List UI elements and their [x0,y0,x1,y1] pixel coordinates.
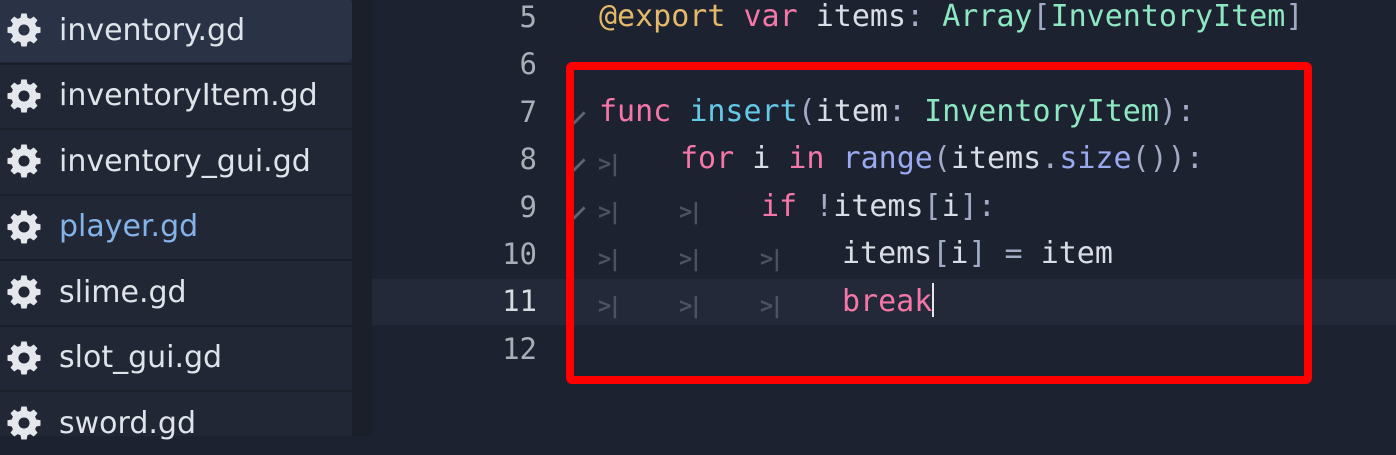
file-item[interactable]: slime.gd [0,260,352,324]
file-name: inventoryItem.gd [59,78,318,113]
file-item[interactable]: inventoryItem.gd [0,64,352,128]
code-token: ] [1285,0,1304,34]
file-divider [0,324,352,327]
sidebar-splitter[interactable] [352,0,372,436]
file-name: sword.gd [59,405,196,441]
file-divider [0,62,352,65]
gear-icon [7,79,41,112]
file-name: player.gd [59,209,199,244]
code-token: var [743,0,798,34]
code-token: [ [1032,0,1051,34]
file-item[interactable]: sword.gd [0,391,352,455]
gear-icon [7,275,41,309]
gear-icon [7,13,41,47]
file-name: slime.gd [59,274,187,310]
line-number: 8 [519,142,537,177]
gear-icon [7,144,41,178]
line-number: 5 [519,0,537,34]
file-divider [0,259,352,261]
file-name: inventory_gui.gd [59,143,311,179]
code-token: @export [599,0,726,34]
file-item[interactable]: slot_gui.gd [0,326,352,390]
gear-icon [7,210,41,243]
code-line[interactable]: @export var items: Array[InventoryItem] [599,0,1303,34]
highlight-annotation-box [566,62,1312,384]
file-name: inventory.gd [59,12,246,48]
file-name: slot_gui.gd [59,340,223,375]
line-number: 7 [519,94,537,129]
code-token: : [906,0,943,34]
line-number: 9 [519,189,537,224]
file-item[interactable]: inventory_gui.gd [0,129,352,193]
gear-icon [7,341,41,374]
file-divider [0,193,352,196]
line-number: 12 [502,331,537,366]
line-number: 10 [502,237,537,271]
code-token: items [797,0,907,34]
file-divider [0,390,352,392]
line-number: 6 [519,47,537,82]
file-item[interactable]: player.gd [0,195,352,259]
code-token: Array [942,0,1033,34]
line-number: 11 [502,284,537,319]
code-token: InventoryItem [1050,0,1286,34]
file-item[interactable]: inventory.gd [0,0,352,62]
file-divider [0,128,352,130]
